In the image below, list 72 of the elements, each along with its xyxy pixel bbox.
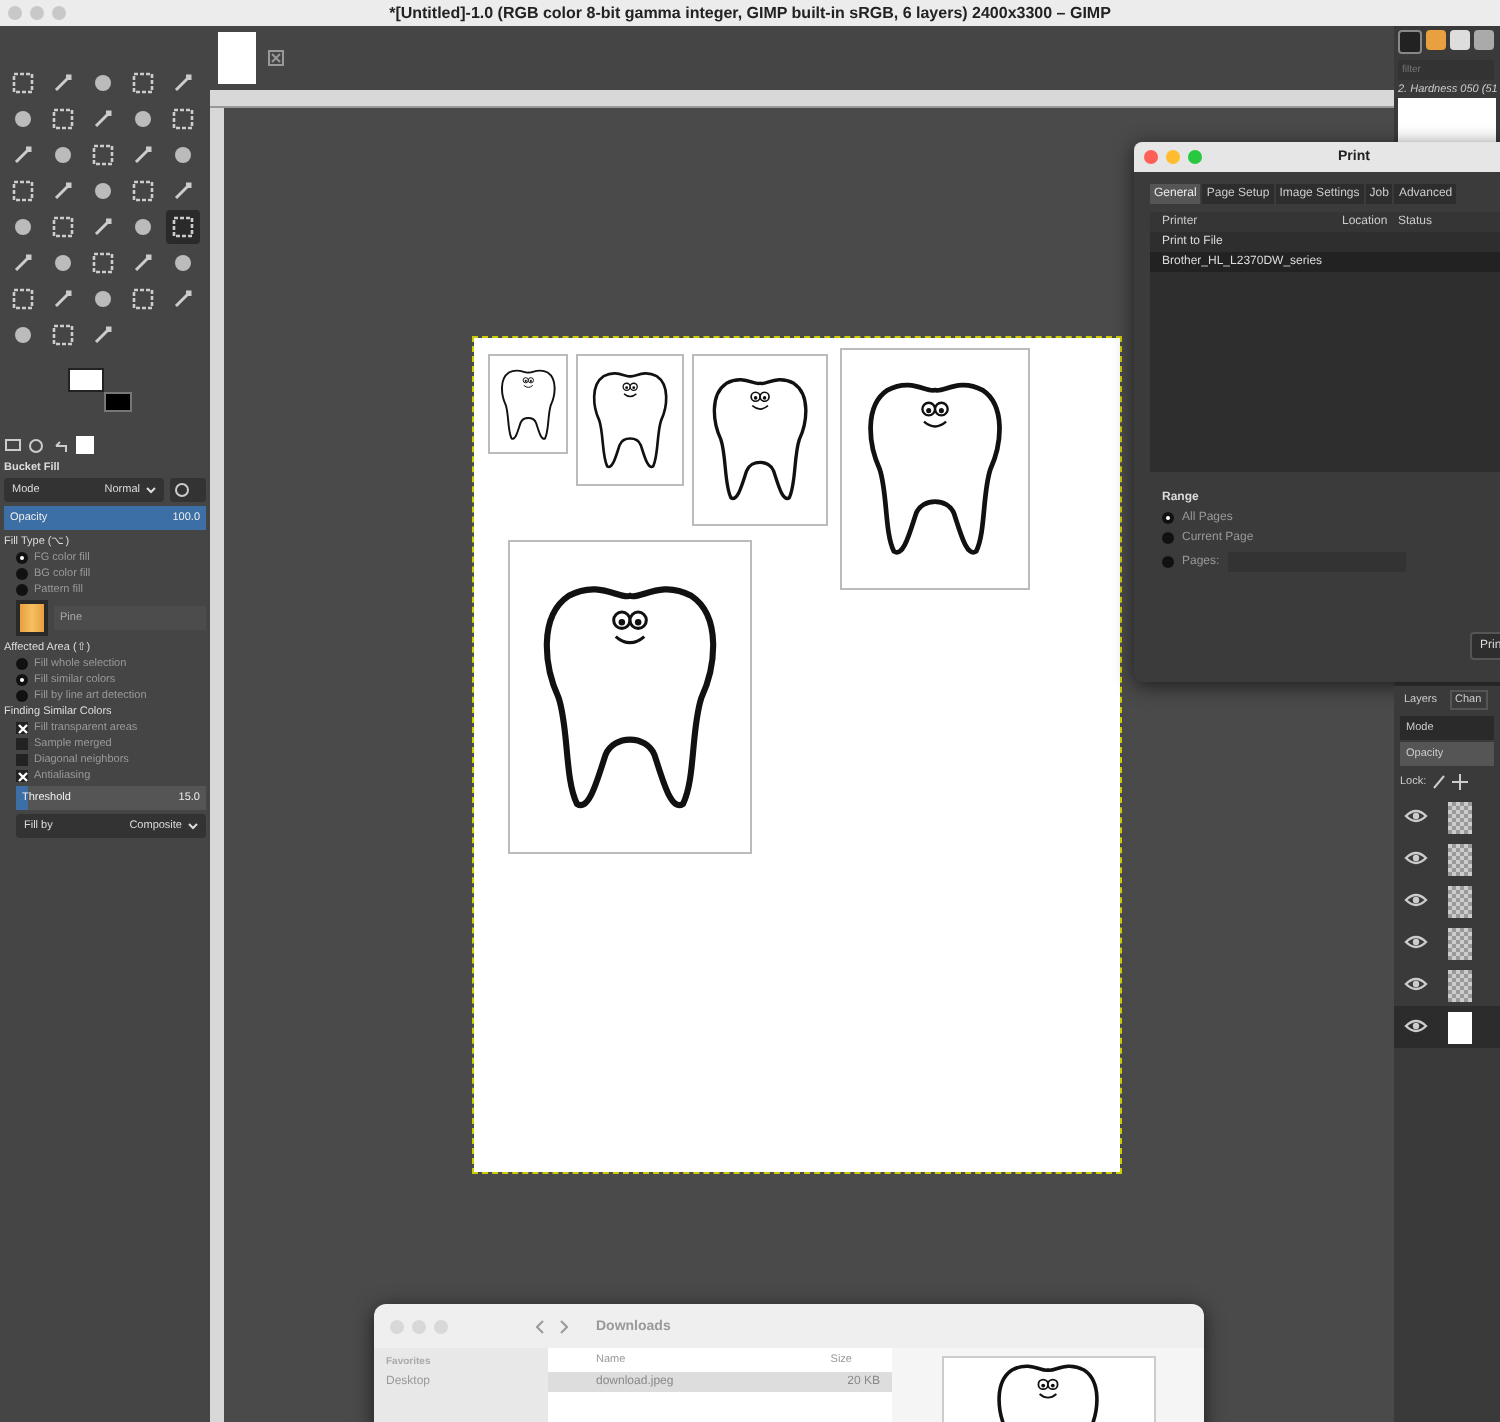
chevron-down-icon [188, 822, 198, 830]
eye-icon[interactable] [1404, 891, 1428, 907]
tool-icon [92, 288, 114, 310]
tool-icon [12, 144, 34, 166]
tool-icon [132, 216, 154, 238]
tool-icon [132, 72, 154, 94]
layer-thumbnail [1448, 885, 1472, 917]
cross-mark-icon [17, 771, 27, 781]
eye-icon[interactable] [1404, 807, 1428, 823]
tool-icon [52, 144, 74, 166]
tool-icon [52, 108, 74, 130]
tool-icon [172, 288, 194, 310]
tool-icon [172, 144, 194, 166]
tool-icon [12, 108, 34, 130]
eye-icon[interactable] [1404, 933, 1428, 949]
device-status-tab-icon[interactable] [28, 437, 46, 453]
close-icon[interactable] [268, 50, 284, 66]
tool-icon [12, 216, 34, 238]
tool-icon [132, 108, 154, 130]
tool-icon [12, 72, 34, 94]
tool-icon [12, 288, 34, 310]
brush-lock-icon[interactable] [1432, 774, 1447, 790]
tool-icon [172, 252, 194, 274]
document-tab-icon[interactable] [1474, 30, 1494, 50]
tool-icon [52, 324, 74, 346]
tool-icon [92, 216, 114, 238]
brush-tab-icon[interactable] [1398, 30, 1422, 54]
tool-icon [92, 108, 114, 130]
layer-thumbnail [1448, 927, 1472, 959]
tool-icon [52, 252, 74, 274]
tool-icon [172, 72, 194, 94]
foreground-color-swatch[interactable] [68, 368, 104, 392]
tool-icon [132, 144, 154, 166]
tool-icon [52, 180, 74, 202]
cross-mark-icon [17, 723, 27, 733]
chevron-down-icon [146, 486, 156, 494]
tool-icon [92, 180, 114, 202]
pattern-swatch[interactable] [16, 600, 48, 636]
eye-icon[interactable] [1404, 1017, 1428, 1033]
image-thumbnail[interactable] [218, 32, 256, 84]
tool-icon [92, 144, 114, 166]
window-title: *[Untitled]-1.0 (RGB color 8-bit gamma integer, GIMP built-in sRGB, 6 layers) 2400x3300 – GIMP [389, 4, 1111, 22]
background-color-swatch[interactable] [104, 392, 132, 412]
tool-options-tab-icon[interactable] [4, 437, 22, 453]
tool-icon [92, 324, 114, 346]
tool-icon [12, 180, 34, 202]
tool-icon [172, 180, 194, 202]
tool-icon [172, 216, 194, 238]
tool-button[interactable] [166, 210, 200, 244]
tool-icon [132, 180, 154, 202]
tool-icon [92, 252, 114, 274]
tool-icon [12, 252, 34, 274]
tool-icon [132, 252, 154, 274]
tool-icon [92, 72, 114, 94]
tool-icon [52, 216, 74, 238]
tool-icon [132, 288, 154, 310]
layer-thumbnail [1448, 969, 1472, 1001]
eye-icon[interactable] [1404, 975, 1428, 991]
reset-icon[interactable] [170, 478, 206, 502]
layer-row[interactable] [1394, 1006, 1500, 1048]
layer-thumbnail [1448, 843, 1472, 875]
layer-thumbnail [1448, 1011, 1472, 1043]
font-tab-icon[interactable] [1450, 30, 1470, 50]
tool-icon [52, 72, 74, 94]
move-lock-icon[interactable] [1452, 774, 1469, 790]
eye-icon[interactable] [1404, 849, 1428, 865]
layer-thumbnail [1448, 801, 1472, 833]
tool-icon [52, 288, 74, 310]
undo-history-tab-icon[interactable] [52, 437, 70, 453]
tool-icon [172, 108, 194, 130]
tool-icon [12, 324, 34, 346]
pattern-tab-icon[interactable] [1426, 30, 1446, 50]
